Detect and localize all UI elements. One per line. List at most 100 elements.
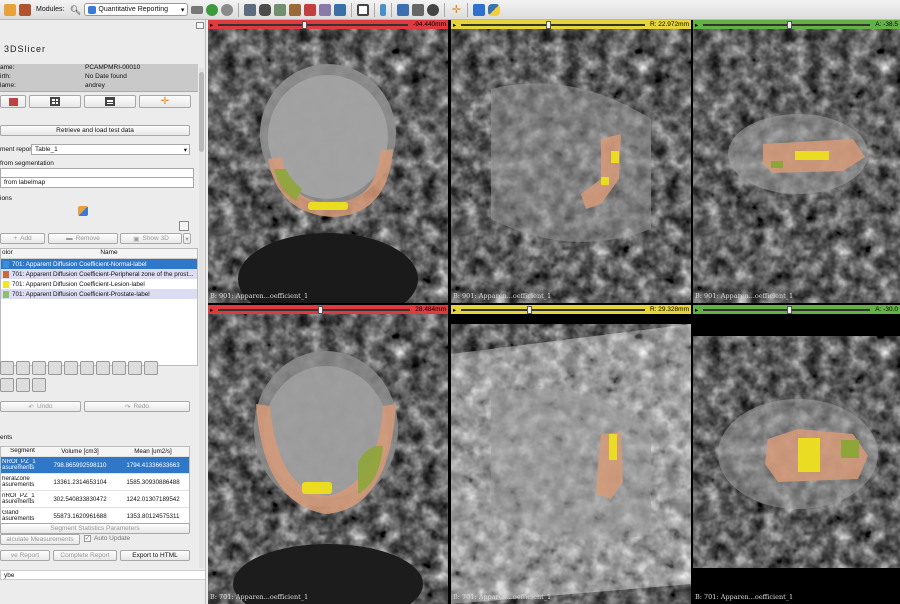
slider-knob[interactable] [786,20,792,29]
pin-icon[interactable]: ▸ [695,21,698,29]
segment-color-swatch[interactable] [3,260,9,268]
paint-effect-icon[interactable] [0,361,14,375]
python-icon[interactable] [488,3,501,16]
slice-offset-slider[interactable] [703,305,871,314]
segment-color-swatch[interactable] [3,270,9,278]
add-segment-button[interactable]: + Add [0,233,45,244]
back-arrow-icon[interactable] [206,3,219,16]
segment-row-prostate[interactable]: 701: Apparent Diffusion Coefficient-Pros… [1,289,197,299]
slice-view-red-top[interactable]: ▸ -94.440mm B: 901: Apparen...oefficient… [208,20,448,303]
redo-button[interactable]: ↷ Redo [84,401,190,412]
report-selector[interactable]: Table_1 ▾ [31,144,190,155]
islands-effect-icon[interactable] [144,361,158,375]
segment-row-peripheral-zone[interactable]: 701: Apparent Diffusion Coefficient-Peri… [1,269,197,279]
slice-offset-slider[interactable] [461,305,645,314]
pin-icon[interactable]: ▸ [210,21,213,29]
smoothing-effect-icon[interactable] [112,361,126,375]
complete-report-button[interactable]: Complete Report [53,550,117,561]
pin-icon[interactable]: ▸ [210,306,213,314]
table-settings-icon[interactable] [179,221,189,231]
slice-controller-bar[interactable]: ▸ A: -30.0 [693,305,900,314]
markups-icon[interactable] [304,3,317,16]
retrieve-test-data-button[interactable]: Retrieve and load test data [0,125,190,136]
segment-row-normal[interactable]: 701: Apparent Diffusion Coefficient-Norm… [1,259,197,269]
pin-icon[interactable]: ▸ [695,306,698,314]
slice-view-green-top[interactable]: ▸ A: -38.5 B: 901: Apparen...oefficient_… [693,20,900,303]
crosshair-icon[interactable]: ✛ [450,4,462,16]
data-icon[interactable] [4,3,16,16]
slice-controller-bar[interactable]: ▸ R: 22.972mm [451,20,691,29]
extensions-icon[interactable] [473,3,486,16]
slice-offset-slider[interactable] [461,20,645,29]
measurement-row[interactable]: heralZone asurements 13361.2314653104 15… [1,474,189,491]
slice-image[interactable] [693,314,900,604]
slice-image[interactable] [451,314,691,604]
segmentation-icon[interactable] [78,206,88,216]
layout-icon[interactable] [357,3,370,16]
window-level-icon[interactable] [427,3,440,16]
slice-controller-bar[interactable]: ▸ R: 29.328mm [451,305,691,314]
slice-controller-bar[interactable]: ▸ 28.484mm [208,305,448,314]
forward-arrow-icon[interactable] [221,3,234,16]
hollow-effect-icon[interactable] [96,361,110,375]
measurement-row[interactable]: NROI_PZ_1 asurements 798.865992598110 17… [1,457,189,474]
transforms-icon[interactable] [289,3,302,16]
search-icon[interactable]: 🔍︎ [69,4,81,16]
segment-color-swatch[interactable] [3,280,9,288]
segment-editor-icon[interactable] [259,3,272,16]
screenshot-icon[interactable] [397,3,410,16]
calculate-measurements-button[interactable]: alculate Measurements [0,534,80,545]
slider-knob[interactable] [318,305,324,314]
margin-effect-icon[interactable] [80,361,94,375]
slider-knob[interactable] [786,305,792,314]
slice-offset-slider[interactable] [218,20,409,29]
crosshair-toggle-button[interactable]: ✛ [139,95,191,108]
mask-volume-effect-icon[interactable] [16,378,30,392]
draw-effect-icon[interactable] [16,361,30,375]
models-icon[interactable] [274,3,287,16]
slice-view-red-bottom[interactable]: ▸ 28.484mm B: 701: Apparen...oefficient_… [208,305,448,604]
segment-row-lesion[interactable]: 701: Apparent Diffusion Coefficient-Lesi… [1,279,197,289]
save-report-button[interactable]: ve Report [0,550,50,561]
remove-segment-button[interactable]: ▬ Remove [48,233,118,244]
slice-view-yellow-bottom[interactable]: ▸ R: 29.328mm B: 701: Apparen...oefficie… [451,305,691,604]
slice-controller-bar[interactable]: ▸ -94.440mm [208,20,448,29]
editor-icon[interactable] [334,3,347,16]
python-console-field[interactable]: ybe [0,570,205,580]
segment-statistics-parameters-button[interactable]: Segment Statistics Parameters [0,523,190,534]
slice-offset-slider[interactable] [703,20,871,29]
module-selector[interactable]: Quantitative Reporting ▾ [84,3,189,16]
slider-knob[interactable] [545,20,551,29]
pin-icon[interactable]: ▸ [453,306,456,314]
module-history-icon[interactable] [191,5,204,14]
panel-close-icon[interactable] [196,22,204,29]
scissors-effect-icon[interactable] [128,361,142,375]
slice-controller-bar[interactable]: ▸ A: -38.5 [693,20,900,29]
threshold-effect-icon[interactable] [32,378,46,392]
slice-image[interactable] [208,29,448,303]
segment-color-swatch[interactable] [3,290,9,298]
slice-image[interactable] [451,29,691,303]
slice-view-green-bottom[interactable]: ▸ A: -30.0 B: 701: Apparen...oefficient_… [693,305,900,604]
panel-scrollbar-thumb[interactable] [199,72,204,152]
panel-scrollbar[interactable] [199,68,204,568]
scene-view-icon[interactable] [412,3,425,16]
volumes-icon[interactable] [319,3,332,16]
grow-from-seeds-effect-icon[interactable] [64,361,78,375]
slice-image[interactable] [693,29,900,303]
slider-knob[interactable] [527,305,533,314]
slice-view-yellow-top[interactable]: ▸ R: 22.972mm B: 901: Apparen...oefficie… [451,20,691,303]
layout-table-button[interactable] [84,95,136,108]
slider-knob[interactable] [301,20,307,29]
undo-button[interactable]: ↶ Undo [0,401,81,412]
mouse-mode-icon[interactable] [380,3,387,16]
layout-four-up-button[interactable] [29,95,81,108]
measurement-row[interactable]: nROI_PZ_1 asurements 302.540833830472 12… [1,491,189,508]
erase-effect-icon[interactable] [32,361,46,375]
logical-effect-icon[interactable] [0,378,14,392]
from-labelmap-field[interactable]: from labelmap [0,177,194,188]
show-3d-button[interactable]: ▣ Show 3D [120,233,182,244]
export-html-button[interactable]: Export to HTML [120,550,190,561]
slice-offset-slider[interactable] [218,305,411,314]
show-3d-options-button[interactable]: ▾ [183,233,191,244]
